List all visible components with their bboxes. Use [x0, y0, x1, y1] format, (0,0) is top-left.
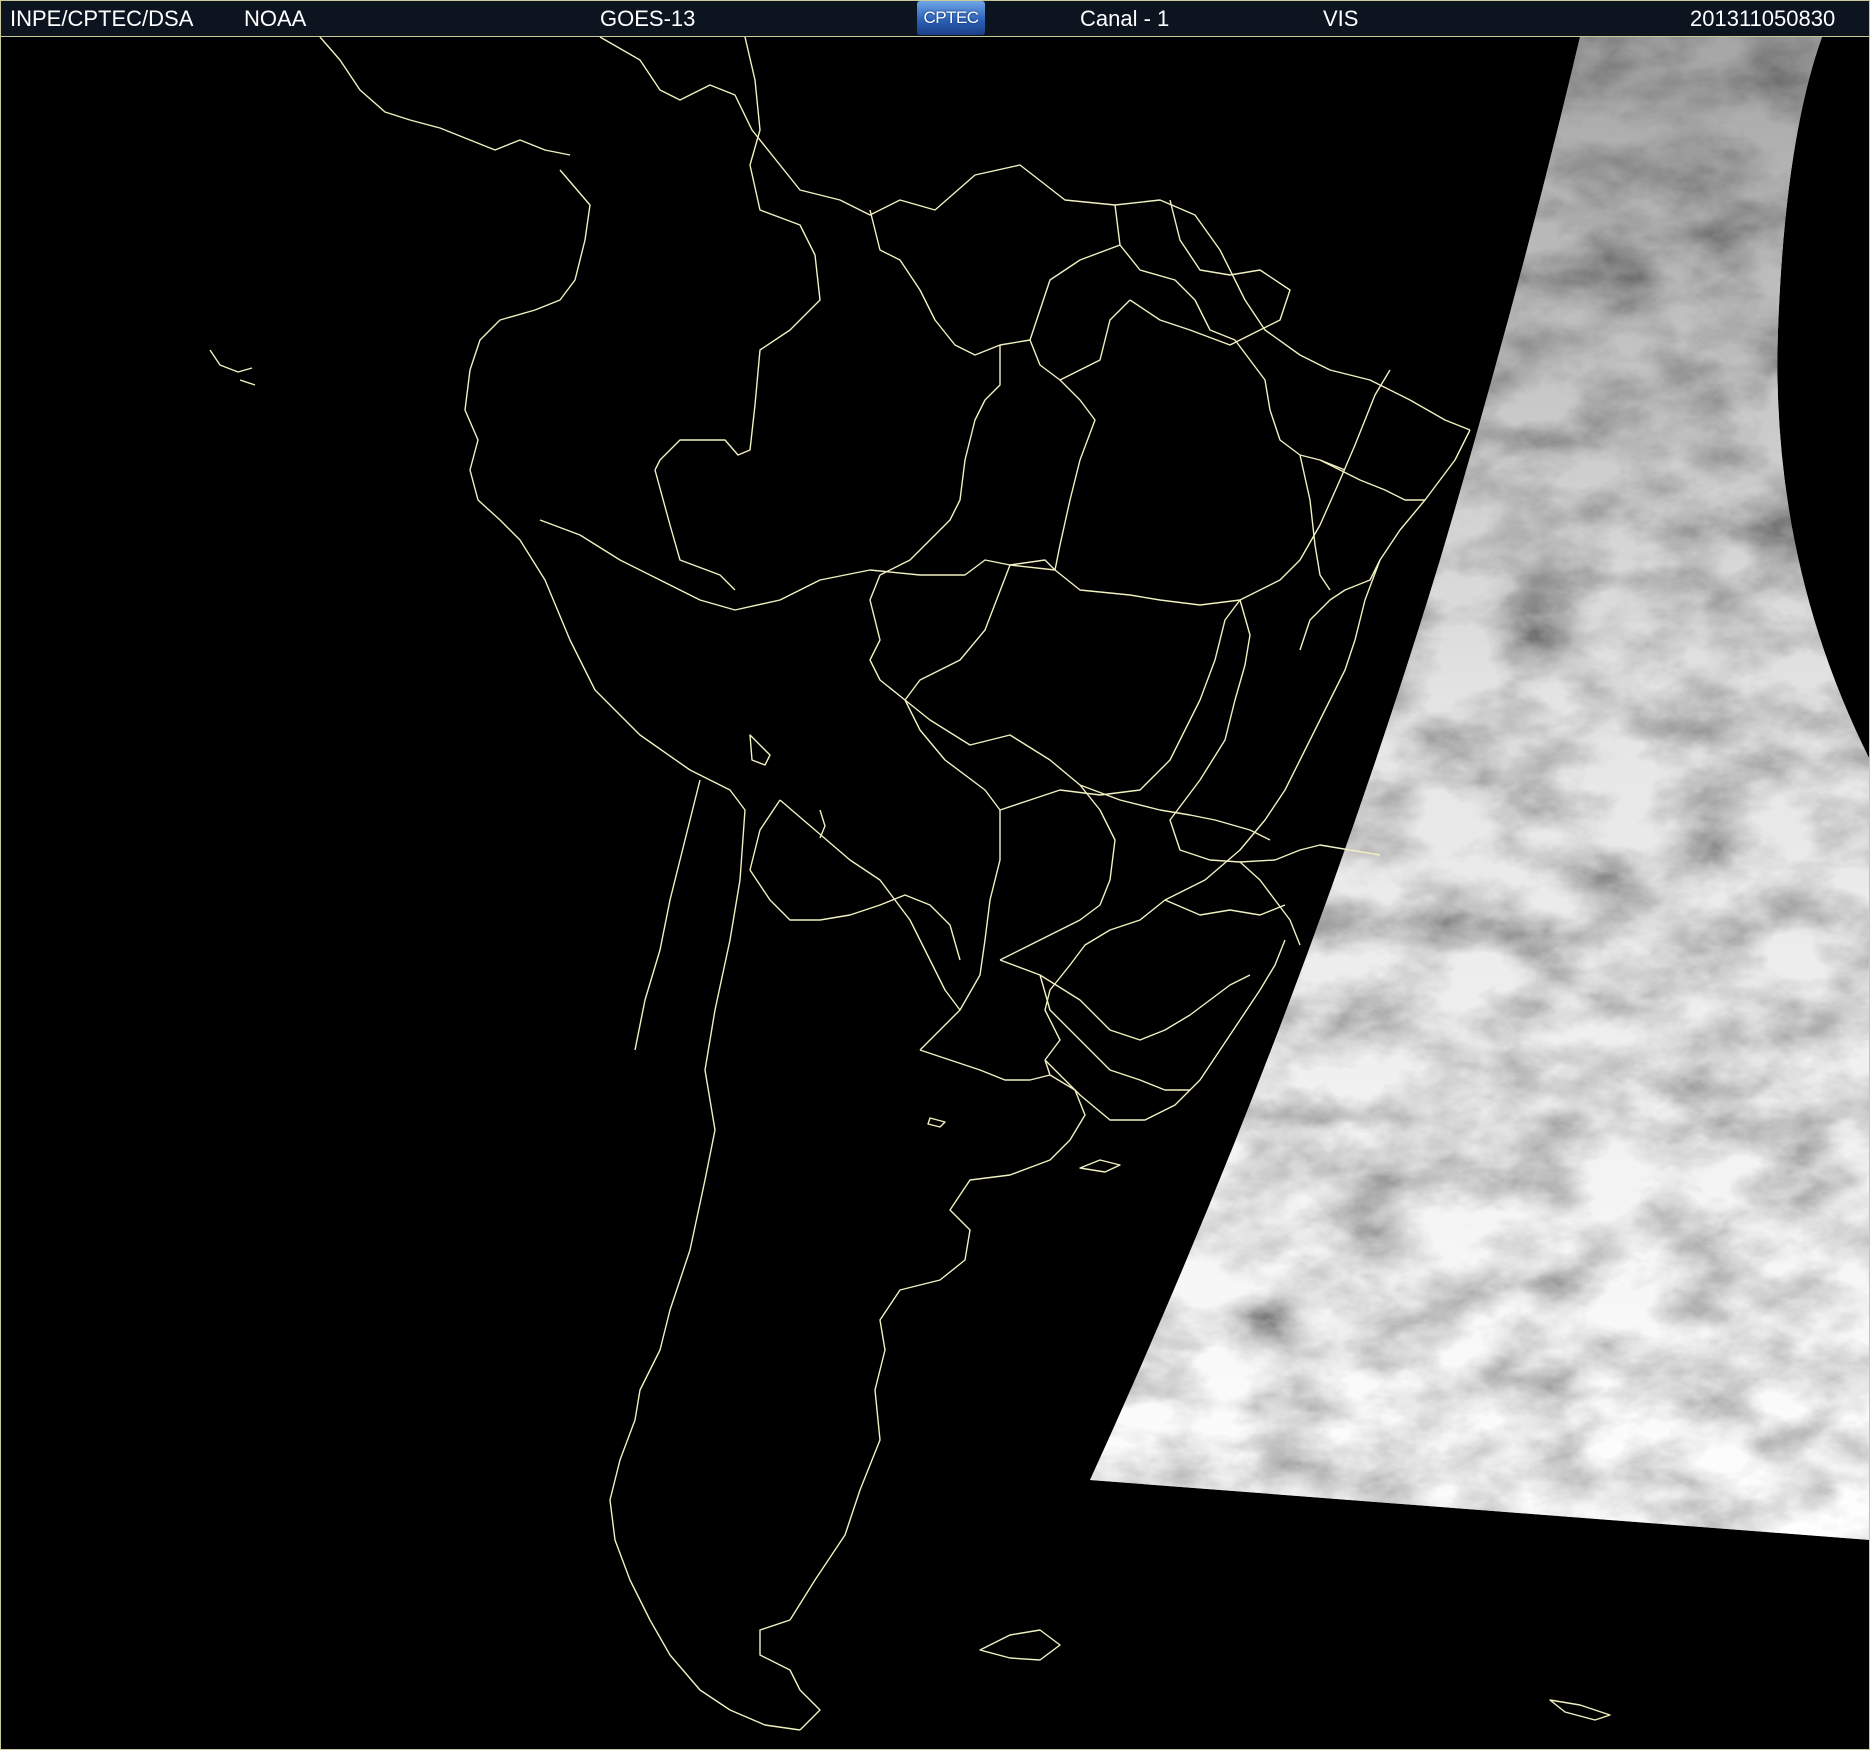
agency-label: NOAA: [244, 6, 307, 31]
timestamp-label: 201311050830: [1690, 6, 1836, 31]
band-label: VIS: [1323, 6, 1359, 31]
institution-label: INPE/CPTEC/DSA: [10, 6, 194, 31]
cptec-logo-text: CPTEC: [923, 8, 979, 27]
satellite-label: GOES-13: [600, 6, 696, 31]
cptec-logo: CPTEC: [917, 1, 985, 35]
satellite-image: [0, 37, 1870, 1750]
channel-label: Canal - 1: [1080, 6, 1170, 31]
image-header-bar: INPE/CPTEC/DSA NOAA GOES-13 CPTEC Canal …: [0, 0, 1870, 37]
